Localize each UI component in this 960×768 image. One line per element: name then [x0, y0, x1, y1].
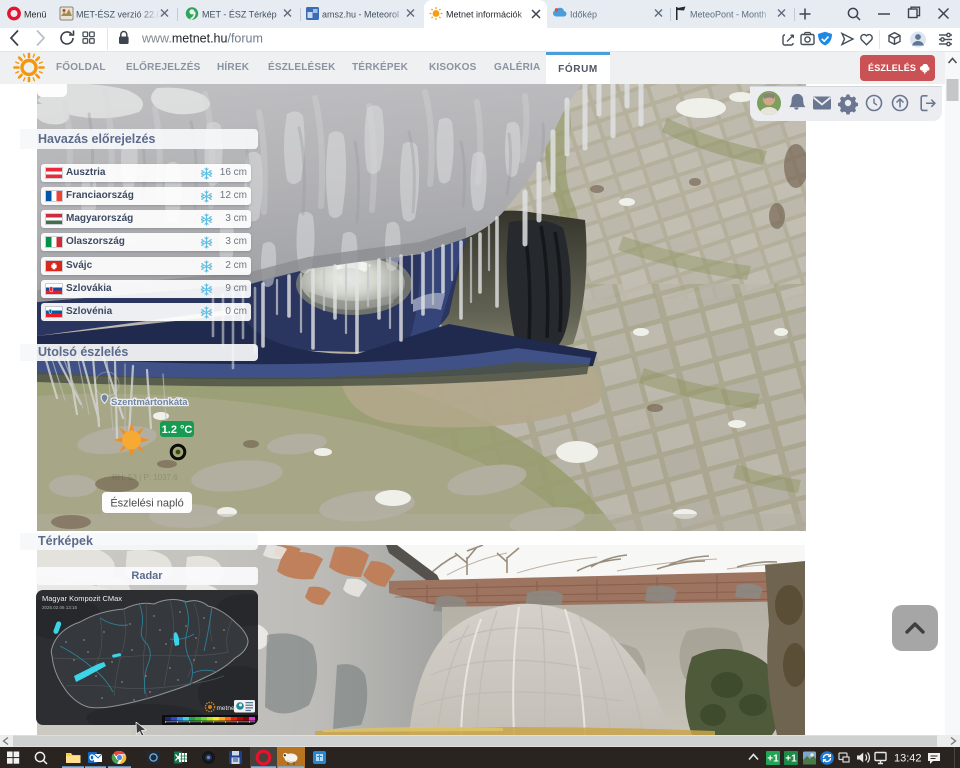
svg-text:1.2 °C: 1.2 °C: [162, 424, 193, 436]
svg-text:Menü: Menü: [24, 10, 47, 20]
svg-text:Észlelési napló: Észlelési napló: [110, 497, 183, 510]
svg-text:RH: 53 | P: 1037.6: RH: 53 | P: 1037.6: [112, 473, 178, 482]
svg-text:Szentmártonkáta: Szentmártonkáta: [111, 397, 188, 408]
svg-text:metnet: metnet: [217, 705, 237, 712]
svg-text:+1: +1: [785, 754, 797, 765]
svg-text:13:42: 13:42: [894, 753, 922, 765]
svg-text:Metnet információk: Metnet információk: [446, 10, 523, 20]
svg-text:+1: +1: [767, 754, 779, 765]
svg-text:2025.02.06 13:15: 2025.02.06 13:15: [42, 605, 78, 610]
svg-text:www.metnet.hu/forum: www.metnet.hu/forum: [141, 32, 263, 46]
svg-text:Időkép: Időkép: [570, 10, 597, 20]
svg-text:MET - ÉSZ Térkép: MET - ÉSZ Térkép: [202, 10, 277, 20]
svg-text:MeteoPont - Month: MeteoPont - Month: [690, 10, 767, 20]
svg-text:Magyar Kompozit CMax: Magyar Kompozit CMax: [42, 594, 122, 603]
svg-text:amsz.hu - Meteorol: amsz.hu - Meteorol: [322, 10, 399, 20]
